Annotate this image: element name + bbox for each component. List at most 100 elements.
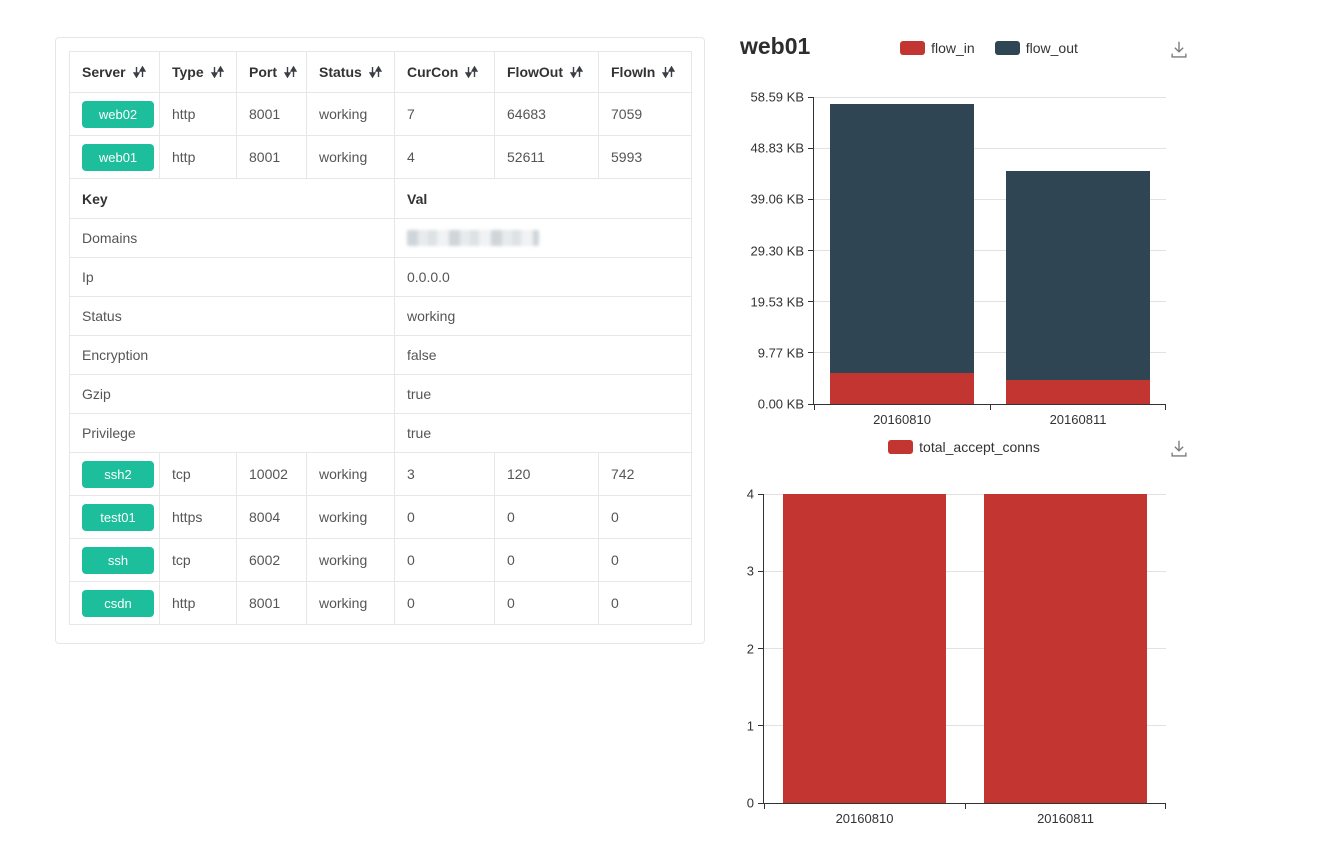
y-axis-tick [758,725,764,726]
cell-flowin: 742 [599,453,692,496]
y-axis-tick [808,148,814,149]
column-header-server[interactable]: Server [70,52,160,93]
y-axis-label: 3 [747,564,754,579]
cell-curcon: 4 [395,136,495,179]
cell-port: 8004 [237,496,307,539]
key-domains: Domains [70,219,395,258]
y-axis-label: 9.77 KB [758,345,804,360]
cell-flowout: 0 [495,496,599,539]
cell-flowin: 0 [599,539,692,582]
column-header-curcon[interactable]: CurCon [395,52,495,93]
legend-item-total-accept-conns[interactable]: total_accept_conns [888,439,1040,455]
chart-title: web01 [740,33,810,60]
cell-curcon: 0 [395,539,495,582]
legend-label: total_accept_conns [919,439,1040,455]
sort-icon [211,66,224,78]
cell-status: working [307,539,395,582]
y-axis-label: 58.59 KB [751,90,805,105]
table-row: test01 https 8004 working 0 0 0 [70,496,692,539]
y-axis-label: 0 [747,796,754,811]
key-privilege: Privilege [70,414,395,453]
column-header-status[interactable]: Status [307,52,395,93]
bar-segment-total_accept_conns[interactable] [984,494,1147,803]
cell-flowin: 5993 [599,136,692,179]
cell-curcon: 3 [395,453,495,496]
x-axis-tick [814,404,815,410]
key-val-row: Encryption false [70,336,692,375]
server-button-test01[interactable]: test01 [82,504,154,531]
cell-status: working [307,582,395,625]
flow-chart-legend: flow_in flow_out [813,40,1165,56]
cell-flowout: 64683 [495,93,599,136]
server-button-ssh2[interactable]: ssh2 [82,461,154,488]
legend-label: flow_in [931,40,975,56]
key-val-row: Status working [70,297,692,336]
cell-status: working [307,136,395,179]
cell-flowin: 0 [599,496,692,539]
cell-flowout: 0 [495,582,599,625]
server-button-ssh[interactable]: ssh [82,547,154,574]
bar-segment-flow_out[interactable] [830,104,974,373]
y-axis-label: 2 [747,641,754,656]
bar-segment-flow_in[interactable] [830,373,974,404]
y-axis-label: 4 [747,487,754,502]
y-axis-label: 0.00 KB [758,397,804,412]
y-axis-label: 19.53 KB [751,294,805,309]
legend-marker-total-accept-conns [888,440,913,454]
cell-status: working [307,496,395,539]
val-ip: 0.0.0.0 [395,258,692,297]
key-val-header-row: Key Val [70,179,692,219]
server-button-web02[interactable]: web02 [82,101,154,128]
y-gridline [814,97,1166,98]
y-axis-tick [758,648,764,649]
sort-icon [133,66,146,78]
legend-marker-flow-in [900,41,925,55]
column-header-type[interactable]: Type [160,52,237,93]
cell-flowin: 7059 [599,93,692,136]
y-axis-label: 48.83 KB [751,141,805,156]
bar-segment-total_accept_conns[interactable] [783,494,946,803]
x-axis-label: 20160810 [814,412,990,427]
y-axis-tick [808,301,814,302]
download-chart-icon[interactable] [1168,38,1190,62]
bar-segment-flow_in[interactable] [1006,380,1150,404]
key-status: Status [70,297,395,336]
cell-status: working [307,453,395,496]
val-gzip: true [395,375,692,414]
cell-type: http [160,136,237,179]
x-axis-label: 20160810 [764,811,965,826]
cell-curcon: 7 [395,93,495,136]
server-button-web01[interactable]: web01 [82,144,154,171]
column-header-flowin[interactable]: FlowIn [599,52,692,93]
sort-icon [465,66,478,78]
x-axis-tick [1165,404,1166,410]
key-val-row: Ip 0.0.0.0 [70,258,692,297]
y-axis-tick [808,250,814,251]
sort-icon [284,66,297,78]
legend-label: flow_out [1026,40,1078,56]
cell-flowin: 0 [599,582,692,625]
cell-curcon: 0 [395,496,495,539]
legend-item-flow-out[interactable]: flow_out [995,40,1078,56]
server-button-csdn[interactable]: csdn [82,590,154,617]
y-axis-tick [758,494,764,495]
legend-item-flow-in[interactable]: flow_in [900,40,975,56]
table-row: csdn http 8001 working 0 0 0 [70,582,692,625]
domains-value-redacted [407,230,539,246]
bar-segment-flow_out[interactable] [1006,171,1150,380]
download-chart-icon[interactable] [1168,437,1190,461]
x-axis-tick [965,803,966,809]
key-val-row: Privilege true [70,414,692,453]
y-axis-label: 29.30 KB [751,243,805,258]
cell-type: http [160,582,237,625]
cell-type: http [160,93,237,136]
column-header-flowout[interactable]: FlowOut [495,52,599,93]
cell-port: 8001 [237,93,307,136]
cell-port: 8001 [237,582,307,625]
key-val-row: Domains [70,219,692,258]
flow-chart-plot: 0.00 KB9.77 KB19.53 KB29.30 KB39.06 KB48… [813,97,1166,405]
y-axis-tick [758,571,764,572]
key-encryption: Encryption [70,336,395,375]
y-axis-label: 1 [747,718,754,733]
column-header-port[interactable]: Port [237,52,307,93]
